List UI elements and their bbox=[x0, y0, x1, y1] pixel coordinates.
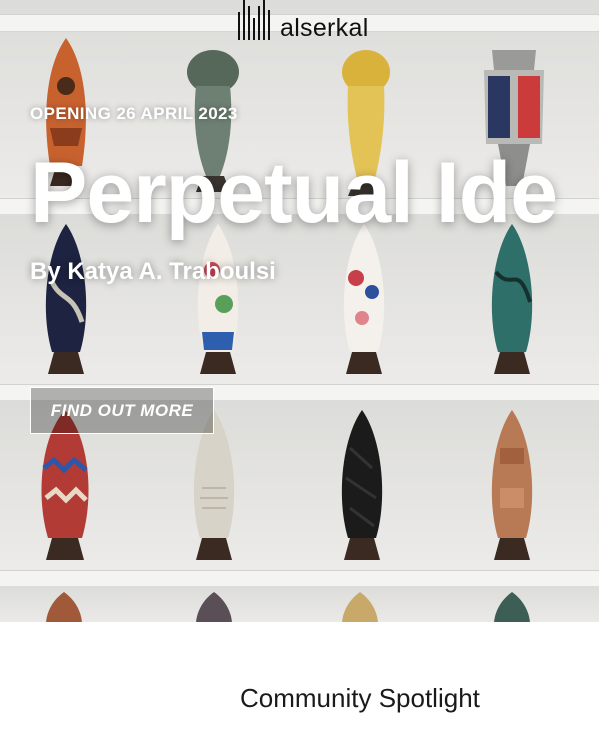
logo-text: alserkal bbox=[280, 14, 369, 42]
sculpture-top bbox=[194, 592, 234, 622]
exhibition-title: Perpetual Ide bbox=[30, 145, 558, 241]
hero-banner: alserkal OPENING 26 APRIL 2023 Perpetual… bbox=[0, 0, 599, 622]
sculpture-floral-vase bbox=[190, 222, 246, 382]
sculpture-black-vase bbox=[334, 408, 390, 568]
alserkal-logo-icon bbox=[238, 0, 270, 40]
sculpture-porcelain-vase bbox=[336, 222, 392, 382]
site-logo[interactable]: alserkal bbox=[238, 0, 369, 48]
sculpture-top bbox=[340, 592, 380, 622]
find-out-more-button[interactable]: FIND OUT MORE bbox=[30, 387, 214, 434]
opening-date-label: OPENING 26 APRIL 2023 bbox=[30, 104, 238, 123]
sculpture-teal-vase bbox=[484, 222, 540, 382]
section-title-community-spotlight: Community Spotlight bbox=[240, 683, 480, 713]
sculpture-copper-vase bbox=[484, 408, 540, 568]
artist-byline: By Katya A. Traboulsi bbox=[30, 258, 276, 285]
sculpture-top bbox=[44, 592, 84, 622]
sculpture-dark-blue-vase bbox=[38, 222, 94, 382]
sculpture-top bbox=[492, 592, 532, 622]
